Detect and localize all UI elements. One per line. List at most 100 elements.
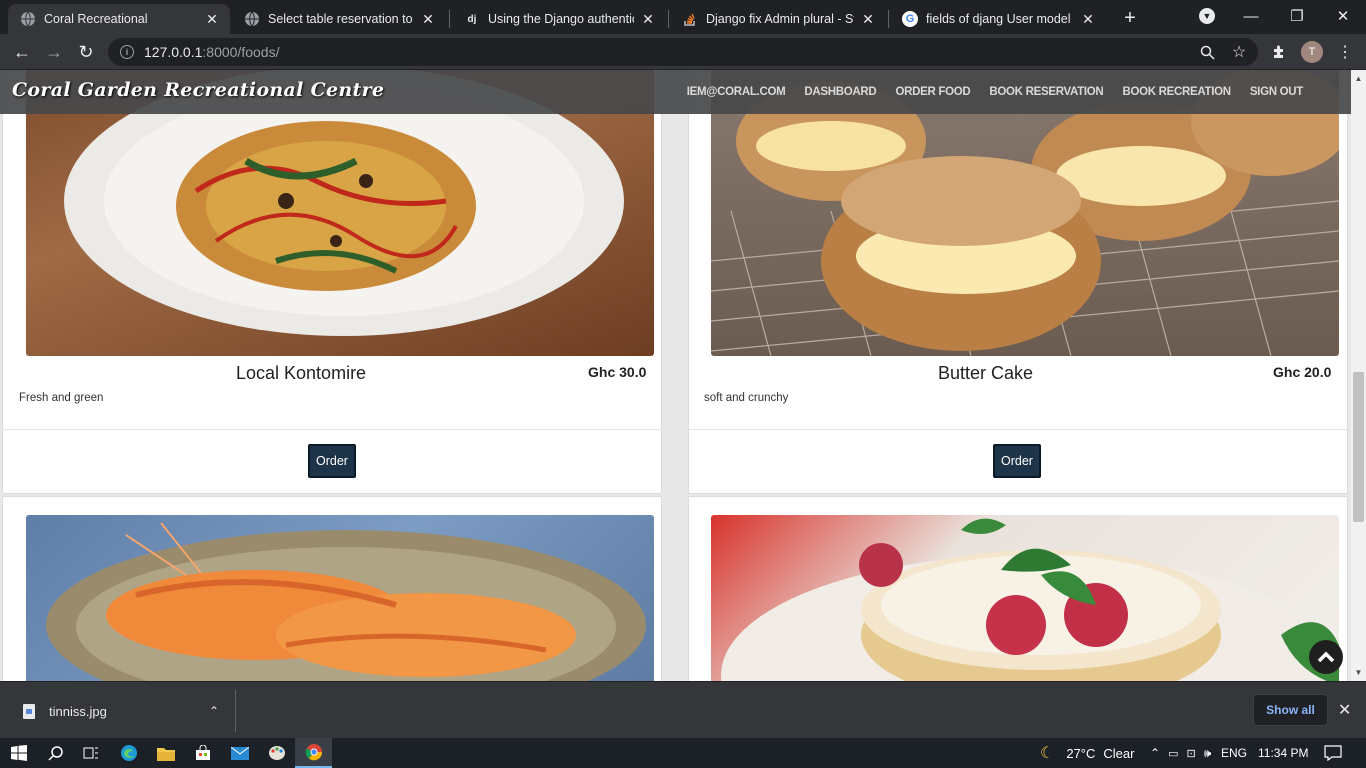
mail-button[interactable] [221, 738, 258, 768]
weather-widget[interactable]: ☾ 27°C Clear [1040, 738, 1134, 768]
folder-icon [156, 747, 175, 761]
close-shelf-icon[interactable]: ✕ [1338, 700, 1351, 720]
back-to-top-button[interactable] [1309, 640, 1343, 674]
browser-tab-django-user-fields[interactable]: G fields of djang User model - ( ✕ [890, 4, 1106, 34]
tab-separator [668, 10, 669, 28]
mail-icon [230, 746, 249, 760]
site-navbar: Coral Garden Recreational Centre IEM@COR… [0, 70, 1351, 114]
network-icon[interactable]: ⊡ [1186, 747, 1195, 760]
tab-title: Select table reservation to ch [268, 12, 414, 26]
food-image [26, 515, 654, 681]
bookmark-star-icon[interactable]: ☆ [1230, 43, 1248, 61]
browser-tab-coral[interactable]: Coral Recreational ✕ [8, 4, 230, 34]
close-tab-icon[interactable]: ✕ [640, 11, 656, 27]
clock[interactable]: 11:34 PM [1258, 738, 1308, 768]
download-item[interactable]: tinniss.jpg ⌃ [0, 690, 236, 732]
page-viewport: Coral Garden Recreational Centre IEM@COR… [0, 70, 1366, 681]
nav-dashboard[interactable]: DASHBOARD [804, 86, 876, 98]
card-divider [689, 429, 1347, 430]
browser-tab-strip: Coral Recreational ✕ Select table reserv… [0, 0, 1366, 34]
page-scrollbar[interactable]: ▲ ▼ [1351, 70, 1366, 681]
tab-separator [888, 10, 889, 28]
close-tab-icon[interactable]: ✕ [420, 11, 436, 27]
order-button[interactable]: Order [308, 444, 356, 478]
scroll-down-arrow-icon[interactable]: ▼ [1354, 668, 1363, 677]
paint-palette-icon [268, 746, 285, 760]
order-button[interactable]: Order [993, 444, 1041, 478]
edge-taskbar-button[interactable] [110, 738, 147, 768]
notification-button[interactable] [1324, 738, 1342, 768]
reload-button[interactable]: ↻ [72, 38, 100, 66]
chevron-up-icon[interactable]: ⌃ [209, 704, 219, 718]
close-tab-icon[interactable]: ✕ [204, 11, 220, 27]
zoom-icon[interactable] [1198, 43, 1216, 61]
food-name: Butter Cake [938, 363, 1034, 383]
volume-icon[interactable]: 🕪 [1204, 746, 1212, 761]
back-button[interactable]: ← [8, 38, 36, 66]
minimize-button[interactable]: — [1228, 0, 1274, 32]
site-nav-links: IEM@CORAL.COM DASHBOARD ORDER FOOD BOOK … [687, 70, 1304, 114]
nav-order-food[interactable]: ORDER FOOD [895, 86, 970, 98]
nav-sign-out[interactable]: SIGN OUT [1250, 86, 1303, 98]
tab-search-button[interactable]: ▼ [1184, 0, 1230, 32]
download-filename: tinniss.jpg [49, 703, 107, 719]
tab-title: Coral Recreational [44, 12, 148, 26]
moon-icon: ☾ [1040, 745, 1055, 762]
close-window-button[interactable]: ✕ [1320, 0, 1366, 32]
nav-book-recreation[interactable]: BOOK RECREATION [1122, 86, 1231, 98]
battery-icon[interactable]: ▭ [1168, 747, 1178, 760]
close-tab-icon[interactable]: ✕ [1080, 11, 1096, 27]
profile-avatar[interactable]: T [1301, 41, 1323, 63]
store-button[interactable] [184, 738, 221, 768]
browser-tab-django-auth[interactable]: dj Using the Django authenticat ✕ [452, 4, 666, 34]
scroll-thumb[interactable] [1353, 372, 1364, 522]
restore-button[interactable]: ❐ [1274, 0, 1320, 32]
stackoverflow-icon [682, 11, 698, 27]
browser-toolbar: ← → ↻ i 127.0.0.1:8000/foods/ ☆ T ⋮ [0, 34, 1366, 70]
new-tab-button[interactable]: + [1118, 6, 1142, 30]
food-card: Butter Cake Ghc 20.0 soft and crunchy Or… [688, 70, 1348, 494]
image-file-icon [23, 703, 35, 719]
tab-title: Using the Django authenticat [488, 12, 634, 26]
url-host: 127.0.0.1 [144, 44, 203, 60]
globe-icon [20, 11, 36, 27]
card-divider [3, 429, 661, 430]
chevron-up-icon[interactable]: ⌃ [1150, 746, 1160, 760]
chevron-up-icon [1317, 651, 1335, 663]
globe-icon [244, 11, 260, 27]
arrow-right-icon: → [45, 41, 63, 62]
file-explorer-button[interactable] [147, 738, 184, 768]
task-view-button[interactable] [72, 738, 109, 768]
paint-button[interactable] [258, 738, 295, 768]
menu-dots-icon[interactable]: ⋮ [1336, 43, 1354, 61]
food-description: soft and crunchy [704, 392, 789, 404]
windows-logo-icon [10, 745, 27, 761]
forward-button[interactable]: → [40, 38, 68, 66]
google-icon: G [902, 11, 918, 27]
tab-title: fields of djang User model - ( [926, 12, 1074, 26]
food-price: Ghc 30.0 [588, 364, 647, 380]
start-button[interactable] [0, 738, 37, 768]
food-card: Local Kontomire Ghc 30.0 Fresh and green… [2, 70, 662, 494]
url-path: :8000/foods/ [202, 44, 280, 60]
chrome-icon [305, 744, 322, 761]
restore-icon: ❐ [1290, 8, 1304, 25]
nav-user-email[interactable]: IEM@CORAL.COM [687, 86, 786, 98]
minimize-icon: — [1243, 7, 1259, 25]
tab-separator [449, 10, 450, 28]
close-tab-icon[interactable]: ✕ [860, 11, 876, 27]
windows-taskbar: ☾ 27°C Clear ⌃ ▭ ⊡ 🕪 ENG 11:34 PM [0, 738, 1366, 768]
weather-temperature: 27°C [1066, 745, 1096, 761]
browser-tab-select-table[interactable]: Select table reservation to ch ✕ [232, 4, 446, 34]
site-brand[interactable]: Coral Garden Recreational Centre [12, 79, 384, 101]
address-bar[interactable]: i 127.0.0.1:8000/foods/ [108, 38, 1258, 66]
chrome-taskbar-button[interactable] [295, 738, 332, 768]
extensions-icon[interactable] [1270, 43, 1288, 61]
show-all-button[interactable]: Show all [1253, 694, 1328, 726]
browser-tab-django-admin[interactable]: Django fix Admin plural - Sta ✕ [670, 4, 886, 34]
store-bag-icon [195, 745, 210, 760]
search-button[interactable] [37, 738, 74, 768]
scroll-up-arrow-icon[interactable]: ▲ [1354, 74, 1363, 83]
nav-book-reservation[interactable]: BOOK RESERVATION [989, 86, 1103, 98]
language-indicator[interactable]: ENG [1221, 738, 1247, 768]
